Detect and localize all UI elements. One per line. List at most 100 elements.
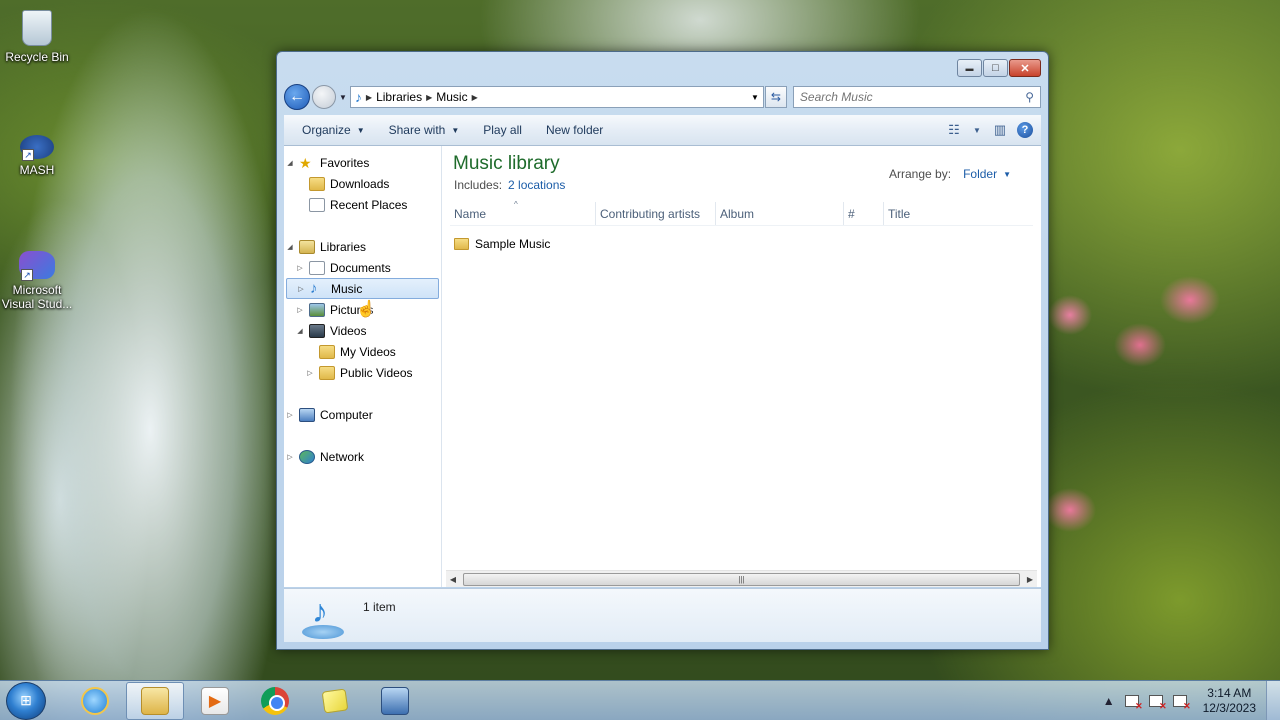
start-button[interactable]: ⊞ [6,681,46,720]
tree-downloads[interactable]: Downloads [284,173,441,194]
network-status-icon[interactable] [1148,694,1167,712]
maximize-button[interactable]: □ [983,59,1008,77]
computer-icon [299,407,315,422]
expand-arrow-icon[interactable]: ▷ [304,369,316,377]
windows-logo-icon: ⊞ [20,692,32,708]
tree-label: Favorites [320,155,370,170]
windows-explorer-icon [141,686,169,715]
taskbar-network-app[interactable] [366,682,424,720]
tree-music[interactable]: ▷ ♪ Music [286,278,439,299]
show-desktop-button[interactable] [1266,681,1280,720]
column-title[interactable]: Title [884,202,1033,225]
taskbar-internet-explorer[interactable] [66,682,124,720]
change-view-button[interactable]: ☷ [943,120,965,140]
expand-arrow-icon[interactable]: ▷ [284,453,296,461]
arrange-by-dropdown[interactable]: Folder ▼ [963,167,1011,181]
collapse-arrow-icon[interactable]: ◢ [284,243,296,251]
back-button[interactable]: ← [284,84,310,110]
clock[interactable]: 3:14 AM 12/3/2023 [1203,686,1256,716]
refresh-icon: ⇆ [770,90,781,104]
tree-favorites[interactable]: ◢ ★ Favorites [284,152,441,173]
search-icon[interactable]: ⚲ [1025,90,1034,104]
column-name[interactable]: ^ Name [450,200,596,225]
desktop-icon-recycle-bin[interactable]: Recycle Bin [0,10,74,64]
breadcrumb-separator-icon[interactable]: ▶ [426,93,432,102]
taskbar-google-chrome[interactable] [246,682,304,720]
share-with-button[interactable]: Share with ▼ [377,115,472,145]
search-box[interactable]: ⚲ [792,86,1041,108]
horizontal-scrollbar[interactable]: ◀ ||| ▶ [446,570,1037,587]
search-input[interactable] [799,90,1026,104]
organize-button[interactable]: Organize ▼ [290,115,377,145]
address-bar[interactable]: ♪ ▶ Libraries ▶ Music ▶ ▼ [349,86,764,108]
scrollbar-thumb[interactable]: ||| [463,572,1020,586]
navigation-pane[interactable]: ◢ ★ Favorites Downloads Recent Places ◢ Lib… [284,146,442,587]
scroll-right-icon[interactable]: ▶ [1023,575,1037,584]
list-item[interactable]: Sample Music [454,235,550,253]
tree-network[interactable]: ▷ Network [284,446,441,467]
tree-public-videos[interactable]: ▷ Public Videos [284,362,441,383]
preview-pane-icon: ▥ [993,122,1007,137]
breadcrumb-music[interactable]: Music [436,90,467,104]
forward-button[interactable] [312,85,336,109]
recent-pages-dropdown[interactable]: ▼ [339,93,347,102]
column-label: Album [720,206,755,221]
refresh-button[interactable]: ⇆ [764,86,787,108]
column-label: Title [888,206,911,221]
new-folder-button[interactable]: New folder [534,115,615,145]
internet-explorer-icon [81,686,109,715]
includes-label: Includes: [454,178,503,192]
tree-documents[interactable]: ▷ Documents [284,257,441,278]
chevron-down-icon: ▼ [973,125,981,135]
tree-videos[interactable]: ◢ Videos [284,320,441,341]
taskbar-windows-explorer[interactable] [126,681,184,720]
minimize-button[interactable]: ▬ [957,59,982,77]
breadcrumb-separator-icon[interactable]: ▶ [366,93,372,102]
desktop-icon-mash[interactable]: ↗ MASH [0,125,74,177]
desktop-icon-visual-studio[interactable]: ↗ Microsoft Visual Stud... [0,243,74,311]
expand-arrow-icon[interactable]: ▷ [295,285,307,293]
file-list-pane[interactable]: Music library Includes: 2 locations Arran… [442,146,1041,587]
column-track-number[interactable]: # [844,202,884,225]
collapse-arrow-icon[interactable]: ◢ [284,159,296,167]
music-note-icon: ♪ [310,279,318,297]
show-hidden-icons-button[interactable]: ▲ [1103,694,1115,708]
taskbar: ⊞ ▶ ▲ 3:14 AM 12/3/2023 [0,680,1280,720]
preview-pane-button[interactable]: ▥ [989,120,1011,140]
share-with-label: Share with [388,123,446,137]
tree-computer[interactable]: ▷ Computer [284,404,441,425]
item-name: Sample Music [475,237,551,251]
expand-arrow-icon[interactable]: ▷ [294,264,306,272]
breadcrumb-libraries[interactable]: Libraries [376,90,422,104]
scroll-left-icon[interactable]: ◀ [446,575,460,584]
more-views-button[interactable]: ▼ [971,120,983,140]
tree-libraries[interactable]: ◢ Libraries [284,236,441,257]
tree-my-videos[interactable]: My Videos [284,341,441,362]
action-center-icon[interactable] [1124,694,1143,712]
column-contributing-artists[interactable]: Contributing artists [596,202,716,225]
close-button[interactable]: ✕ [1009,59,1041,77]
organize-label: Organize [302,123,351,137]
taskbar-windows-media-player[interactable]: ▶ [186,682,244,720]
details-pane: ♪ 1 item [284,588,1041,642]
collapse-arrow-icon[interactable]: ◢ [294,327,306,335]
help-icon[interactable]: ? [1017,122,1033,138]
clock-date: 12/3/2023 [1202,700,1256,715]
recent-places-icon [309,197,325,212]
tree-label: Network [320,449,365,464]
expand-arrow-icon[interactable]: ▷ [284,411,296,419]
volume-muted-icon[interactable] [1172,694,1191,712]
command-toolbar: Organize ▼ Share with ▼ Play all New folde… [284,115,1041,146]
tree-label: My Videos [340,344,396,359]
column-album[interactable]: Album [716,202,844,225]
play-all-button[interactable]: Play all [471,115,534,145]
breadcrumb-separator-icon[interactable]: ▶ [472,93,478,102]
locations-link[interactable]: 2 locations [508,178,565,192]
taskbar-sticky-notes[interactable] [306,682,364,720]
chrome-icon [261,686,289,715]
expand-arrow-icon[interactable]: ▷ [294,306,306,314]
media-player-icon: ▶ [201,686,229,715]
tree-label: Libraries [320,239,367,254]
tree-recent-places[interactable]: Recent Places [284,194,441,215]
address-dropdown-icon[interactable]: ▼ [747,93,763,102]
